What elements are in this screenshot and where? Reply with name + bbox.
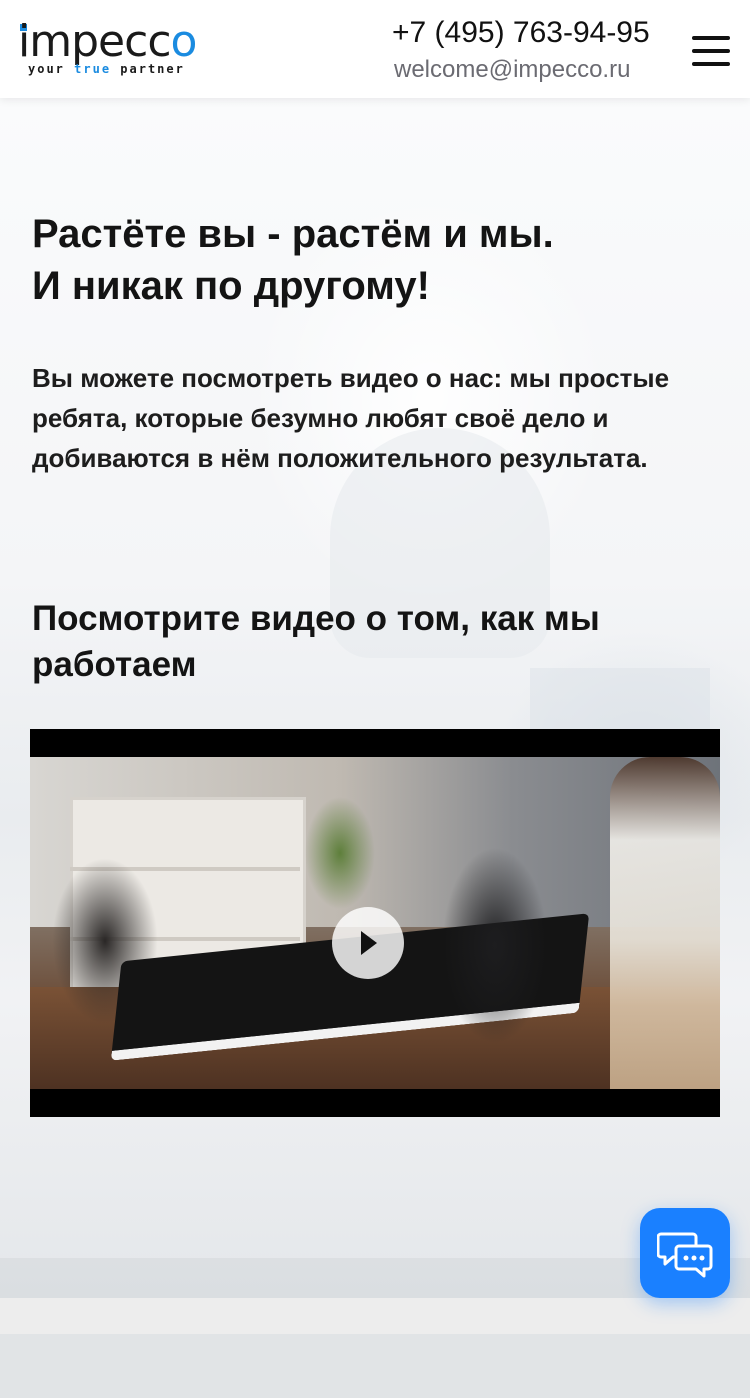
hero-title: Растёте вы - растём и мы. И никак по дру… — [32, 208, 712, 312]
thumbnail-person — [420, 797, 570, 1067]
email-link[interactable]: welcome@impecco.ru — [394, 56, 630, 84]
impecco-logo[interactable]: impecco your true partner — [18, 20, 208, 80]
hamburger-menu-icon[interactable] — [692, 34, 730, 68]
video-player[interactable] — [30, 729, 720, 1117]
thumbnail-person — [610, 757, 720, 1089]
menu-bar-bottom — [692, 62, 730, 66]
logo-tagline-prefix: your — [28, 62, 65, 76]
page-bottom-band — [0, 1298, 750, 1334]
video-thumbnail — [30, 757, 720, 1089]
phone-link[interactable]: +7 (495) 763-94-95 — [392, 16, 650, 50]
logo-tagline-suffix: partner — [120, 62, 185, 76]
logo-tagline-accent: true — [74, 62, 112, 76]
chat-bubbles-icon — [657, 1232, 713, 1278]
thumbnail-plant — [285, 757, 395, 917]
play-icon[interactable] — [332, 907, 404, 979]
video-section-title: Посмотрите видео о том, как мы работаем — [32, 599, 600, 684]
site-header: impecco your true partner +7 (495) 763-9… — [0, 0, 750, 98]
hero-description: Вы можете посмотреть видео о нас: мы про… — [32, 363, 670, 473]
logo-tagline: your true partner — [28, 62, 185, 76]
hero-title-line2: И никак по другому! — [32, 264, 430, 308]
hero-title-line1: Растёте вы - растём и мы. — [32, 212, 554, 256]
logo-wordmark: impecco — [18, 16, 197, 67]
menu-bar-middle — [692, 49, 730, 53]
menu-bar-top — [692, 36, 730, 40]
chat-widget-button[interactable] — [640, 1208, 730, 1298]
